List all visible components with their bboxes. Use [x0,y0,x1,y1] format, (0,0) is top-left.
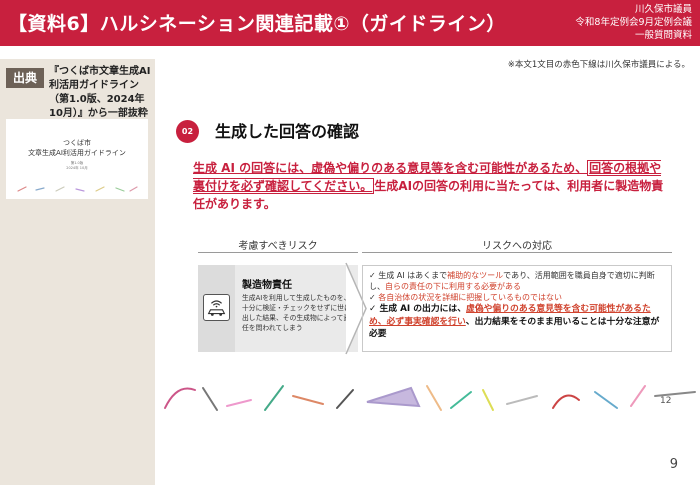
response-emphasis: 自らの責任の下に利用する必要がある [385,282,521,291]
thumbnail-date: 2024年 10月 [66,166,88,170]
thumbnail-title: つくば市 文章生成AI利活用ガイドライン [6,138,148,158]
risk-column-header: 考慮すべきリスク [238,241,318,252]
risk-header-divider [198,252,358,253]
annotation-note: ※本文1文目の赤色下線は川久保市議員による。 [507,60,690,70]
response-list: ✓ 生成 AI はあくまで補助的なツールであり、活用範囲を職員自身で適切に判断し… [362,265,672,352]
thumbnail-decoration [17,186,138,192]
response-header-divider [362,252,672,253]
car-wifi-icon [203,294,230,321]
decorative-illustration [164,385,696,411]
source-text: 『つくば市文章生成AI利活用ガイドライン（第1.0版、2024年10月）』から一… [49,66,151,119]
section-title: 生成した回答の確認 [215,122,360,141]
section-number-badge: 02 [176,120,199,143]
response-text: 生成 AI はあくまで [378,271,448,280]
response-item: ✓ 各自治体の状況を詳細に把握しているものではない [369,293,563,302]
response-column-header: リスクへの対応 [482,241,552,252]
thumbnail-title-line2: 文章生成AI利活用ガイドライン [28,149,126,157]
highlight-paragraph: 生成 AI の回答には、虚偽や偏りのある意見等を含む可能性があるため、 回答の根拠… [193,159,673,213]
risk-icon-panel [198,265,235,352]
session-name: 令和8年定例会9月定例会議 [575,17,692,28]
source-sidebar: 出典 『つくば市文章生成AI利活用ガイドライン（第1.0版、2024年10月）』… [0,59,155,485]
header-meta: 川久保市議員 令和8年定例会9月定例会議 一般質問資料 [575,3,692,42]
risk-card: 製造物責任 生成AIを利用して生成したものを、十分に検証・チェックをせずに世に出… [198,265,358,352]
response-emphasis: 補助的なツール [447,271,504,280]
page-title: 【資料6】ハルシネーション関連記載①（ガイドライン） [8,13,506,35]
risk-title: 製造物責任 [242,280,292,291]
response-item-key: ✓ 生成 AI の出力には、虚偽や偏りのある意見等を含む可能性があるため、必ず事… [369,304,660,339]
guideline-thumbnail: つくば市 文章生成AI利活用ガイドライン 第1.0版 2024年 10月 [6,119,148,199]
response-text: 生成 AI の出力には、 [379,304,467,314]
header-bar: 【資料6】ハルシネーション関連記載①（ガイドライン） 川久保市議員 令和8年定例… [0,0,700,46]
highlight-underlined-part: 生成 AI の回答には、虚偽や偏りのある意見等を含む可能性があるため、 [193,161,588,175]
response-item: ✓ 生成 AI はあくまで補助的なツールであり、活用範囲を職員自身で適切に判断し… [369,271,655,291]
presenter-name: 川久保市議員 [634,4,692,15]
risk-description: 生成AIを利用して生成したものを、十分に検証・チェックをせずに世に出した結果、そ… [242,294,351,332]
thumbnail-subtitle: 第1.0版 2024年 10月 [6,161,148,171]
inner-page-number: 12 [660,396,672,406]
response-emphasis: 各自治体の状況を詳細に把握しているものではない [378,293,563,302]
document-type: 一般質問資料 [634,30,692,41]
page-number: 9 [669,457,678,472]
source-badge: 出典 [6,68,44,88]
thumbnail-title-line1: つくば市 [63,139,91,147]
